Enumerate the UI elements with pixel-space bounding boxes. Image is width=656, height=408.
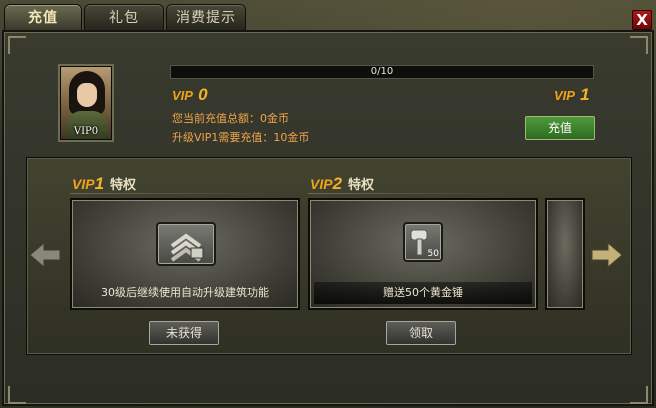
recharge-button[interactable]: 充值 xyxy=(525,116,595,140)
vip-word: VIP xyxy=(172,88,193,103)
frame-corner-ornament xyxy=(630,36,648,54)
gold-hammer-icon: 50 xyxy=(403,222,443,262)
vip-progress-bar: 0/10 xyxy=(170,65,594,79)
avatar-vip-label: VIP0 xyxy=(73,126,99,137)
item-count-badge: 50 xyxy=(427,249,439,259)
vip-number: 2 xyxy=(332,174,343,193)
privilege-description: 赠送50个黄金锤 xyxy=(383,286,463,299)
claim-button[interactable]: 领取 xyxy=(386,321,456,345)
title-underline xyxy=(70,193,280,194)
avatar-face xyxy=(77,83,97,107)
close-button[interactable]: X xyxy=(632,10,652,30)
current-vip-level: VIP 0 xyxy=(172,85,208,105)
title-underline xyxy=(308,193,518,194)
privilege-title-vip2: VIP2 特权 xyxy=(310,174,374,194)
frame-corner-ornament xyxy=(8,36,26,54)
privilege-title-vip1: VIP1 特权 xyxy=(72,174,136,194)
scroll-right-arrow-icon[interactable] xyxy=(590,240,624,270)
tab-spending-tips[interactable]: 消费提示 xyxy=(166,4,246,30)
vip-number: 0 xyxy=(198,85,208,104)
next-vip-level: VIP 1 xyxy=(554,85,590,105)
progress-text: 0/10 xyxy=(370,66,394,77)
privilege-suffix: 特权 xyxy=(110,178,137,193)
vip-number: 1 xyxy=(580,85,590,104)
vip-word: VIP xyxy=(72,176,95,192)
privilege-description: 30级后继续使用自动升级建筑功能 xyxy=(101,286,269,299)
privilege-suffix: 特权 xyxy=(348,178,375,193)
tab-recharge[interactable]: 充值 xyxy=(4,4,82,30)
player-avatar: VIP0 xyxy=(60,66,112,140)
upgrade-requirement-text: 升级VIP1需要充值：10金币 xyxy=(172,131,310,144)
frame-corner-ornament xyxy=(8,386,26,404)
scroll-left-arrow-icon[interactable] xyxy=(28,240,62,270)
privilege-card-partial xyxy=(545,198,585,310)
privilege-card-vip1: 30级后继续使用自动升级建筑功能 xyxy=(70,198,300,310)
upgrade-building-icon xyxy=(156,222,216,266)
frame-corner-ornament xyxy=(630,386,648,404)
total-recharge-text: 您当前充值总额：0金币 xyxy=(172,112,289,125)
vip-word: VIP xyxy=(554,88,575,103)
privilege-card-vip2: 50 赠送50个黄金锤 xyxy=(308,198,538,310)
vip-word: VIP xyxy=(310,176,333,192)
tab-gift-pack[interactable]: 礼包 xyxy=(84,4,164,30)
vip-number: 1 xyxy=(94,174,105,193)
unobtained-button[interactable]: 未获得 xyxy=(149,321,219,345)
